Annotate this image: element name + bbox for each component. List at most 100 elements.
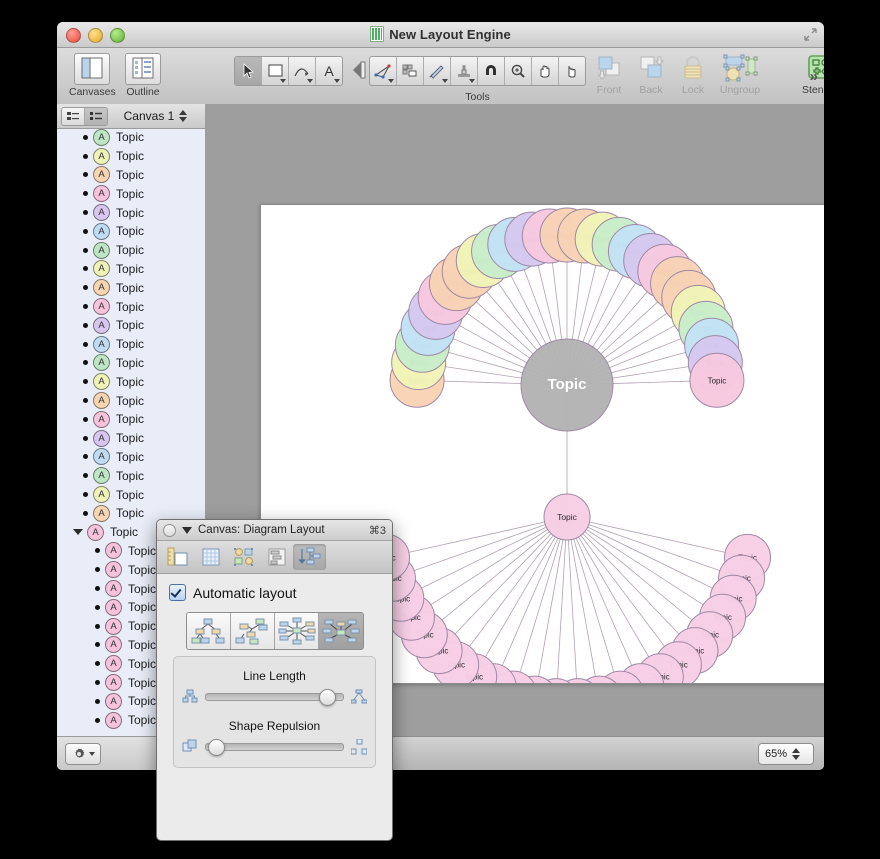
magnet-tool[interactable] — [478, 57, 505, 85]
chevron-down-icon — [469, 79, 475, 83]
toolbar-outline[interactable]: Outline — [125, 53, 161, 98]
toolbar-ungroup[interactable]: Ungroup — [718, 53, 762, 96]
topic-badge-icon: A — [105, 712, 122, 729]
outline-row[interactable]: ATopic — [57, 466, 205, 485]
topic-badge-icon: A — [93, 467, 110, 484]
inspector-body: Automatic layout — [157, 574, 392, 768]
panel-dot-icon[interactable] — [163, 524, 176, 537]
outline-row[interactable]: ATopic — [57, 278, 205, 297]
ungroup-label: Ungroup — [718, 84, 762, 96]
pen-tool[interactable] — [370, 57, 397, 85]
outline-row[interactable]: ATopic — [57, 335, 205, 354]
automatic-layout-checkbox[interactable] — [169, 584, 186, 601]
toolbar-back[interactable]: Back — [634, 53, 668, 96]
toolbar-canvases[interactable]: Canvases — [69, 53, 116, 98]
outline-row[interactable]: ATopic — [57, 391, 205, 410]
toolbar-lock[interactable]: Lock — [676, 53, 710, 96]
row-bullet-icon — [83, 191, 88, 196]
diagram-tool[interactable] — [397, 57, 424, 85]
line-length-thumb[interactable] — [319, 689, 336, 706]
layout-options-group: Line Length Shape Repulsion — [173, 656, 376, 768]
front-label: Front — [592, 84, 626, 96]
canvas-size-tab[interactable] — [161, 544, 194, 570]
outline-row[interactable]: ATopic — [57, 184, 205, 203]
diagram-layout-tab[interactable] — [293, 544, 326, 570]
automatic-layout-row[interactable]: Automatic layout — [169, 584, 380, 601]
grab-tool[interactable] — [559, 57, 585, 85]
outline-row[interactable]: ATopic — [57, 429, 205, 448]
topic-badge-icon: A — [93, 411, 110, 428]
stamp-tool[interactable] — [451, 57, 478, 85]
outline-row[interactable]: ATopic — [57, 297, 205, 316]
radial-layout-button[interactable] — [275, 613, 319, 649]
hand-tool[interactable] — [532, 57, 559, 85]
canvas-styles-tab[interactable] — [227, 544, 260, 570]
topic-badge-icon: A — [93, 148, 110, 165]
outline-row-label: Topic — [128, 600, 156, 614]
chevron-down-icon — [307, 79, 313, 83]
topic-badge-icon: A — [93, 373, 110, 390]
topic-badge-icon: A — [105, 636, 122, 653]
outline-row[interactable]: ATopic — [57, 203, 205, 222]
canvas-stepper-icon[interactable] — [179, 110, 187, 122]
outline-row[interactable]: ATopic — [57, 128, 205, 147]
outline-row-label: Topic — [128, 619, 156, 633]
toolbar-front[interactable]: Front — [592, 53, 626, 96]
chevron-down-icon — [442, 79, 448, 83]
outline-row[interactable]: ATopic — [57, 260, 205, 279]
window-title: New Layout Engine — [57, 26, 824, 42]
row-bullet-icon — [83, 210, 88, 215]
outline-row-label: Topic — [116, 450, 144, 464]
tree-layout-button[interactable] — [231, 613, 275, 649]
outline-group-label: Topic — [110, 525, 138, 539]
outline-row[interactable]: ATopic — [57, 147, 205, 166]
outline-label: Outline — [125, 86, 161, 98]
brush-tool[interactable] — [424, 57, 451, 85]
outline-view-button[interactable] — [85, 108, 107, 125]
row-bullet-icon — [95, 661, 100, 666]
disclosure-triangle-icon[interactable] — [182, 527, 192, 534]
row-bullet-icon — [83, 248, 88, 253]
selection-tool[interactable] — [235, 57, 262, 85]
outline-row[interactable]: ATopic — [57, 241, 205, 260]
topic-badge-icon: A — [105, 618, 122, 635]
zoom-stepper[interactable]: 65% — [758, 743, 814, 765]
outline-row[interactable]: ATopic — [57, 222, 205, 241]
toolbar-overflow-button[interactable]: » — [810, 68, 818, 85]
fullscreen-icon[interactable] — [804, 28, 817, 41]
line-length-slider[interactable] — [205, 693, 344, 701]
row-bullet-icon — [95, 699, 100, 704]
outline-row[interactable]: ATopic — [57, 485, 205, 504]
row-bullet-icon — [83, 398, 88, 403]
grid-tab[interactable] — [194, 544, 227, 570]
outline-row[interactable]: ATopic — [57, 448, 205, 467]
zoom-tool[interactable] — [505, 57, 532, 85]
shape-repulsion-thumb[interactable] — [208, 739, 225, 756]
shape-repulsion-slider[interactable] — [205, 743, 344, 751]
row-bullet-icon — [95, 567, 100, 572]
action-menu-button[interactable] — [65, 743, 101, 765]
gear-icon — [72, 747, 86, 761]
outline-row[interactable]: ATopic — [57, 354, 205, 373]
topic-badge-icon: A — [93, 166, 110, 183]
topic-badge-icon: A — [105, 542, 122, 559]
alignment-tab[interactable] — [260, 544, 293, 570]
topic-badge-icon: A — [93, 185, 110, 202]
shape-tool[interactable] — [262, 57, 289, 85]
outline-row[interactable]: ATopic — [57, 410, 205, 429]
text-tool[interactable]: A — [316, 57, 342, 85]
canvas-popup-button[interactable]: Canvas 1 — [112, 109, 205, 123]
row-bullet-icon — [83, 285, 88, 290]
canvas-list-view-button[interactable] — [62, 108, 85, 125]
disclosure-triangle-icon[interactable] — [73, 529, 83, 535]
outline-row-label: Topic — [128, 582, 156, 596]
sidebar-toggle[interactable] — [347, 56, 367, 89]
hierarchical-layout-button[interactable] — [187, 613, 231, 649]
outline-row[interactable]: ATopic — [57, 316, 205, 335]
force-directed-layout-button[interactable] — [319, 613, 362, 649]
zoom-stepper-icon[interactable] — [792, 748, 800, 760]
outline-row[interactable]: ATopic — [57, 372, 205, 391]
row-bullet-icon — [83, 360, 88, 365]
line-tool[interactable] — [289, 57, 316, 85]
outline-row[interactable]: ATopic — [57, 166, 205, 185]
